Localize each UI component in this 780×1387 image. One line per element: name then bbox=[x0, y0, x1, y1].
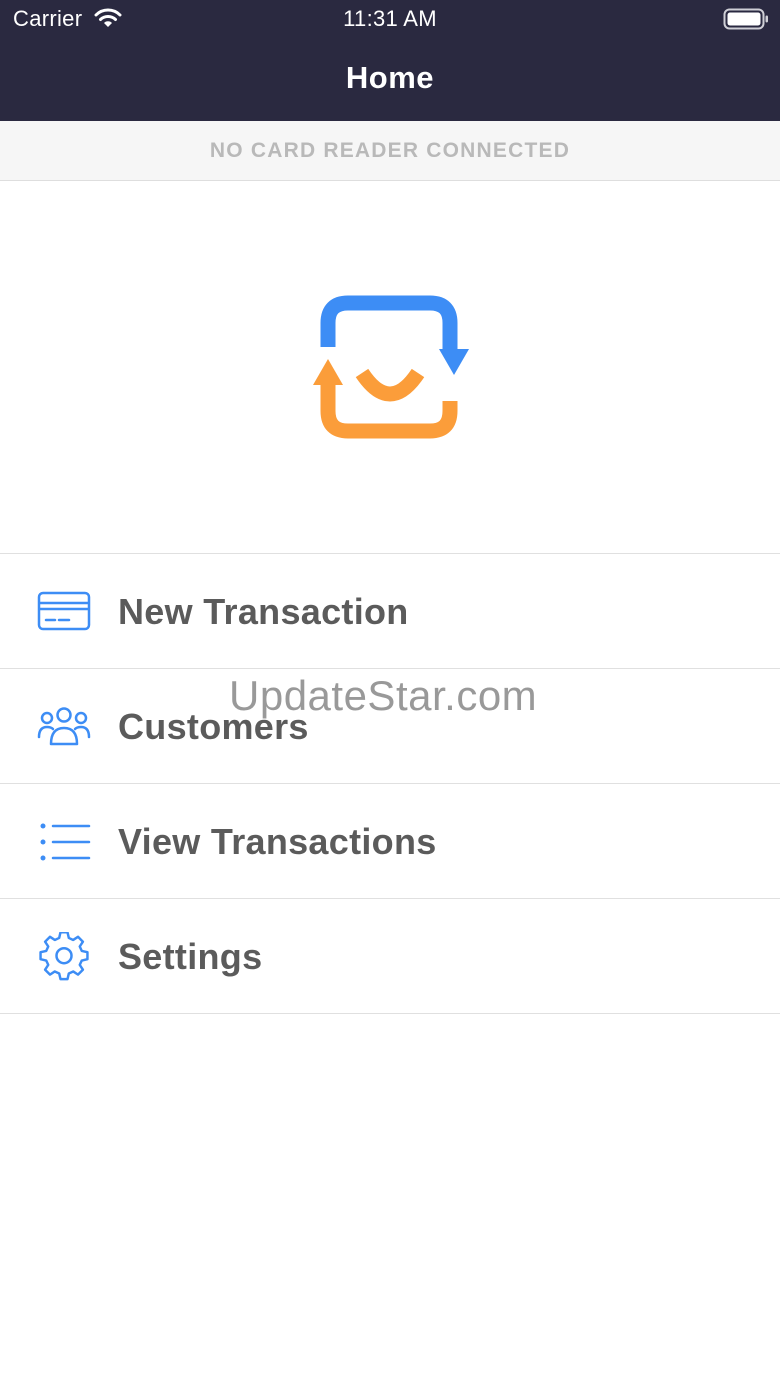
main-menu: New Transaction Customers View Transacti… bbox=[0, 554, 780, 1014]
menu-item-view-transactions[interactable]: View Transactions bbox=[0, 784, 780, 899]
app-logo bbox=[313, 295, 469, 439]
clock: 11:31 AM bbox=[343, 6, 437, 31]
battery-icon bbox=[723, 8, 768, 30]
status-bar: Carrier 11:31 AM bbox=[0, 0, 780, 40]
page-title: Home bbox=[345, 60, 435, 95]
credit-card-icon bbox=[37, 591, 91, 631]
logo-area bbox=[0, 181, 780, 554]
users-icon bbox=[37, 707, 91, 746]
card-reader-status-banner: NO CARD READER CONNECTED bbox=[0, 121, 780, 181]
watermark: UpdateStar.com bbox=[229, 672, 538, 719]
menu-item-settings[interactable]: Settings bbox=[0, 899, 780, 1014]
menu-item-label: New Transaction bbox=[118, 591, 409, 632]
menu-item-label: Settings bbox=[118, 936, 263, 977]
list-icon bbox=[40, 823, 91, 861]
navigation-bar: Carrier 11:31 AM Home bbox=[0, 0, 780, 121]
menu-item-label: View Transactions bbox=[118, 821, 437, 862]
gear-icon bbox=[39, 932, 89, 981]
menu-item-new-transaction[interactable]: New Transaction bbox=[0, 554, 780, 669]
